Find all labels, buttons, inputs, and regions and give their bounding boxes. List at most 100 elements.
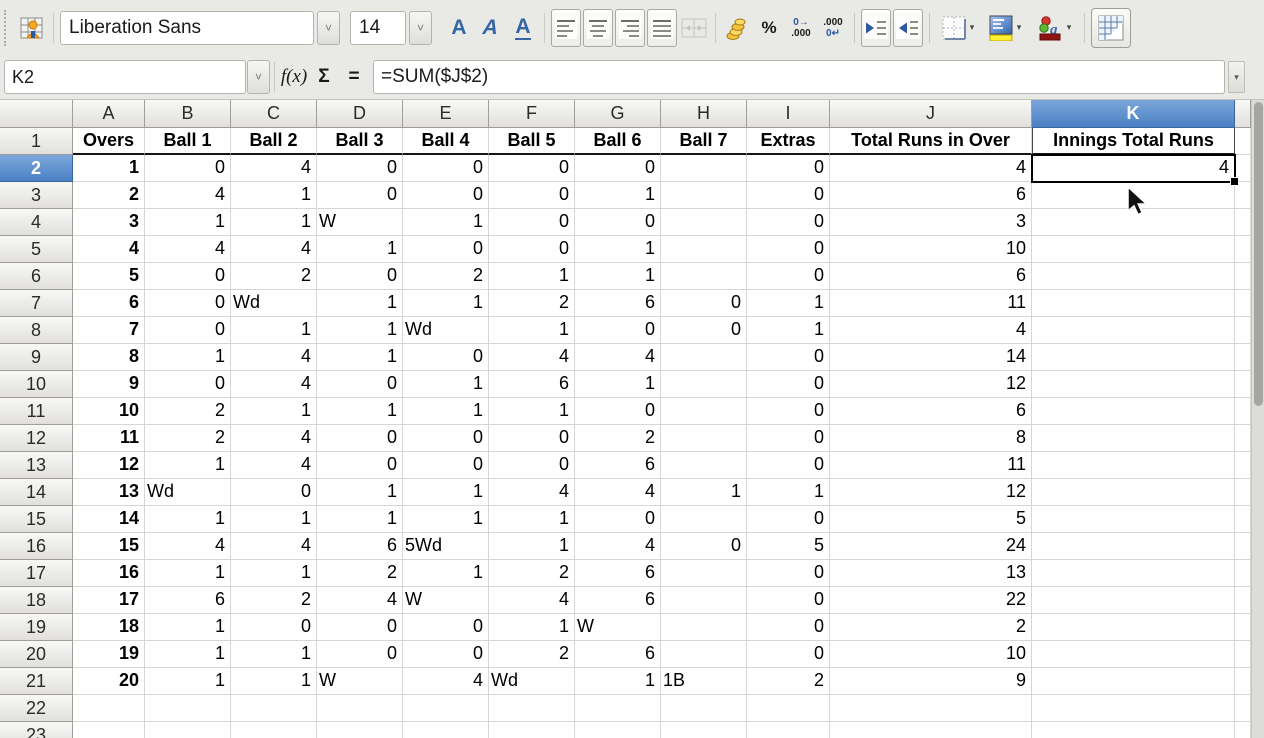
- cell-J9[interactable]: 14: [830, 344, 1032, 371]
- cell-C1[interactable]: Ball 2: [231, 128, 317, 155]
- cell-K13[interactable]: [1032, 452, 1235, 479]
- cell-F11[interactable]: 1: [489, 398, 575, 425]
- cell-F9[interactable]: 4: [489, 344, 575, 371]
- cell-H14[interactable]: 1: [661, 479, 747, 506]
- cell-G9[interactable]: 4: [575, 344, 661, 371]
- cell-B7[interactable]: 0: [145, 290, 231, 317]
- cell-G3[interactable]: 1: [575, 182, 661, 209]
- cell-F15[interactable]: 1: [489, 506, 575, 533]
- italic-button[interactable]: A: [476, 9, 506, 47]
- cell-D9[interactable]: 1: [317, 344, 403, 371]
- cell-D1[interactable]: Ball 3: [317, 128, 403, 155]
- cell-D21[interactable]: W: [317, 668, 403, 695]
- cell-F5[interactable]: 0: [489, 236, 575, 263]
- increase-indent-button[interactable]: [893, 9, 923, 47]
- cell-sliver-22[interactable]: [1235, 695, 1251, 722]
- name-box-dropdown[interactable]: ˅: [247, 60, 270, 94]
- cell-H15[interactable]: [661, 506, 747, 533]
- column-header-E[interactable]: E: [403, 100, 489, 128]
- cell-E23[interactable]: [403, 722, 489, 738]
- cell-D6[interactable]: 0: [317, 263, 403, 290]
- cell-K19[interactable]: [1032, 614, 1235, 641]
- cell-C3[interactable]: 1: [231, 182, 317, 209]
- cell-sliver-8[interactable]: [1235, 317, 1251, 344]
- cell-D11[interactable]: 1: [317, 398, 403, 425]
- background-color-button[interactable]: ▾: [982, 9, 1028, 47]
- cell-B9[interactable]: 1: [145, 344, 231, 371]
- cell-E16[interactable]: 5Wd: [403, 533, 489, 560]
- cell-K8[interactable]: [1032, 317, 1235, 344]
- font-name-dropdown[interactable]: ˅: [317, 11, 340, 45]
- cell-A18[interactable]: 17: [73, 587, 145, 614]
- cell-I3[interactable]: 0: [747, 182, 830, 209]
- cell-J19[interactable]: 2: [830, 614, 1032, 641]
- font-name-combobox[interactable]: Liberation Sans: [60, 11, 314, 45]
- cell-A21[interactable]: 20: [73, 668, 145, 695]
- column-header-I[interactable]: I: [747, 100, 830, 128]
- cell-J11[interactable]: 6: [830, 398, 1032, 425]
- cell-G14[interactable]: 4: [575, 479, 661, 506]
- cell-I6[interactable]: 0: [747, 263, 830, 290]
- cell-C11[interactable]: 1: [231, 398, 317, 425]
- cell-H16[interactable]: 0: [661, 533, 747, 560]
- cell-H4[interactable]: [661, 209, 747, 236]
- cell-sliver-17[interactable]: [1235, 560, 1251, 587]
- cell-F22[interactable]: [489, 695, 575, 722]
- cell-G10[interactable]: 1: [575, 371, 661, 398]
- cell-G22[interactable]: [575, 695, 661, 722]
- cell-I22[interactable]: [747, 695, 830, 722]
- cell-K20[interactable]: [1032, 641, 1235, 668]
- underline-button[interactable]: A: [508, 9, 538, 47]
- cell-sliver-9[interactable]: [1235, 344, 1251, 371]
- cell-K9[interactable]: [1032, 344, 1235, 371]
- cell-H5[interactable]: [661, 236, 747, 263]
- cell-E9[interactable]: 0: [403, 344, 489, 371]
- cell-I11[interactable]: 0: [747, 398, 830, 425]
- row-header-23[interactable]: 23: [0, 722, 73, 738]
- cell-F23[interactable]: [489, 722, 575, 738]
- cell-B1[interactable]: Ball 1: [145, 128, 231, 155]
- cell-D12[interactable]: 0: [317, 425, 403, 452]
- cell-B6[interactable]: 0: [145, 263, 231, 290]
- cell-D22[interactable]: [317, 695, 403, 722]
- row-header-8[interactable]: 8: [0, 317, 73, 344]
- cell-G18[interactable]: 6: [575, 587, 661, 614]
- row-header-17[interactable]: 17: [0, 560, 73, 587]
- cell-I19[interactable]: 0: [747, 614, 830, 641]
- row-header-14[interactable]: 14: [0, 479, 73, 506]
- cell-E5[interactable]: 0: [403, 236, 489, 263]
- merge-cells-button[interactable]: [679, 9, 709, 47]
- cell-A10[interactable]: 9: [73, 371, 145, 398]
- column-header-A[interactable]: A: [73, 100, 145, 128]
- row-header-15[interactable]: 15: [0, 506, 73, 533]
- row-header-1[interactable]: 1: [0, 128, 73, 155]
- cell-K7[interactable]: [1032, 290, 1235, 317]
- cell-A5[interactable]: 4: [73, 236, 145, 263]
- column-header-B[interactable]: B: [145, 100, 231, 128]
- font-size-combobox[interactable]: 14: [350, 11, 406, 45]
- percent-format-button[interactable]: %: [754, 9, 784, 47]
- row-header-18[interactable]: 18: [0, 587, 73, 614]
- cell-B15[interactable]: 1: [145, 506, 231, 533]
- cell-E18[interactable]: W: [403, 587, 489, 614]
- align-justify-button[interactable]: [647, 9, 677, 47]
- cell-D16[interactable]: 6: [317, 533, 403, 560]
- cell-sliver-6[interactable]: [1235, 263, 1251, 290]
- cell-D20[interactable]: 0: [317, 641, 403, 668]
- cell-sliver-16[interactable]: [1235, 533, 1251, 560]
- column-header-H[interactable]: H: [661, 100, 747, 128]
- row-header-6[interactable]: 6: [0, 263, 73, 290]
- cell-B2[interactable]: 0: [145, 155, 231, 182]
- cell-H10[interactable]: [661, 371, 747, 398]
- cell-E1[interactable]: Ball 4: [403, 128, 489, 155]
- column-header-J[interactable]: J: [830, 100, 1032, 128]
- cell-D7[interactable]: 1: [317, 290, 403, 317]
- cell-I16[interactable]: 5: [747, 533, 830, 560]
- cell-B13[interactable]: 1: [145, 452, 231, 479]
- cell-I23[interactable]: [747, 722, 830, 738]
- cell-K18[interactable]: [1032, 587, 1235, 614]
- row-header-22[interactable]: 22: [0, 695, 73, 722]
- cell-G6[interactable]: 1: [575, 263, 661, 290]
- cell-F1[interactable]: Ball 5: [489, 128, 575, 155]
- cell-J7[interactable]: 11: [830, 290, 1032, 317]
